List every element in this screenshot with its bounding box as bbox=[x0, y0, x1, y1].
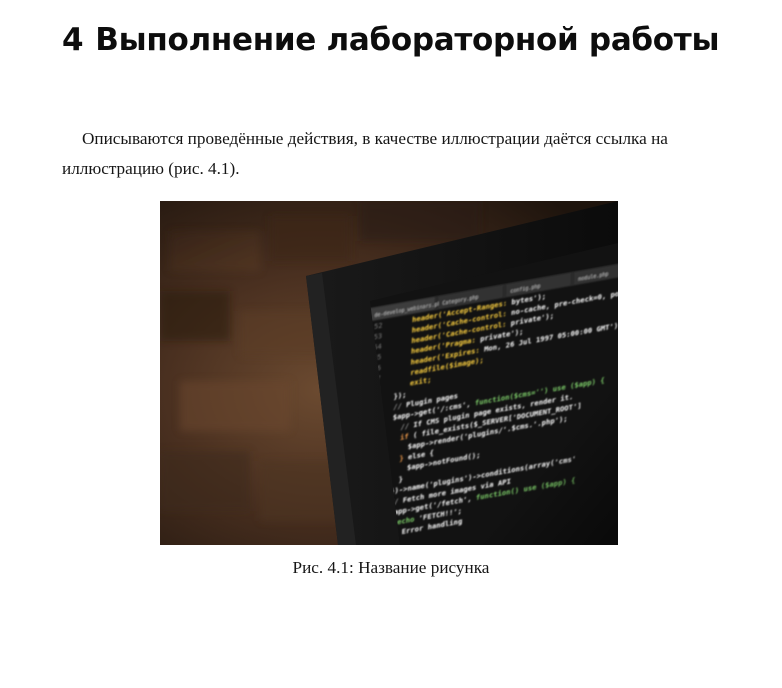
laptop-code-photo: de-develop_webinars.phpCategory.phpconfi… bbox=[160, 201, 618, 545]
section-title: Выполнение лабораторной работы bbox=[95, 22, 720, 58]
section-number: 4 bbox=[62, 22, 84, 58]
body-paragraph: Описываются проведённые действия, в каче… bbox=[62, 129, 668, 178]
document-page: 4 Выполнение лабораторной работы Описываю… bbox=[0, 0, 782, 688]
figure-caption: Рис. 4.1: Название рисунка bbox=[292, 558, 490, 577]
figure-image: de-develop_webinars.phpCategory.phpconfi… bbox=[160, 201, 618, 545]
section-heading: 4 Выполнение лабораторной работы bbox=[62, 22, 719, 58]
